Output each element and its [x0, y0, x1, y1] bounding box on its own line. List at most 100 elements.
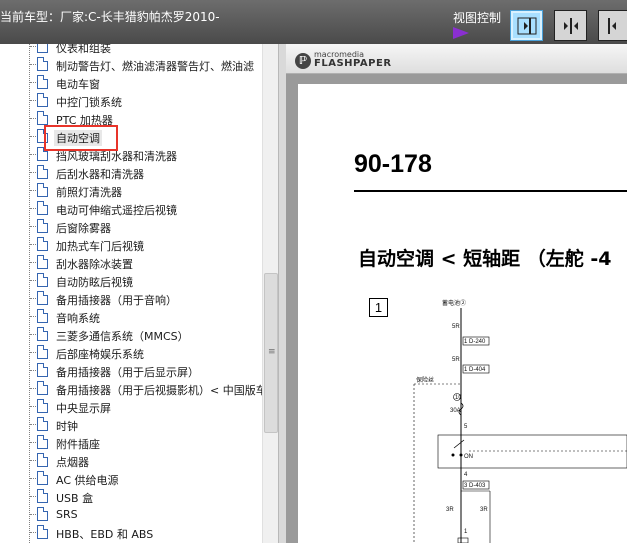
document-icon — [37, 201, 48, 215]
flashpaper-toolbar: ℙ macromedia FLASHPAPER — [286, 44, 627, 74]
document-icon — [37, 309, 48, 323]
tree-item-label: 电动可伸缩式遥控后视镜 — [56, 204, 177, 217]
tree-item[interactable]: 备用插接器（用于后视摄影机）< 中国版车 — [24, 380, 262, 398]
tree-item[interactable]: 音响系统 — [24, 308, 262, 326]
tree-item-label: 中控门锁系统 — [56, 96, 122, 109]
tree-connector — [30, 496, 36, 497]
document-icon — [37, 44, 48, 53]
page-number: 90-178 — [354, 150, 432, 178]
document-icon — [37, 345, 48, 359]
view-split-button[interactable] — [554, 10, 587, 41]
tree-item-label: 备用插接器（用于音响） — [56, 294, 177, 307]
tree-item[interactable]: SRS — [24, 506, 262, 524]
document-icon — [37, 255, 48, 269]
tree-scrollbar[interactable]: ≡ — [262, 44, 278, 543]
tree-item[interactable]: 电动车窗 — [24, 74, 262, 92]
tree-connector — [30, 406, 36, 407]
tree-item[interactable]: 备用插接器（用于音响） — [24, 290, 262, 308]
tree-item-label: 仪表和组装 — [56, 44, 111, 55]
schematic-connector-2: 1 D-404 — [464, 367, 486, 373]
split-right-icon — [608, 17, 616, 34]
tree-item-label: 前照灯清洗器 — [56, 186, 122, 199]
document-tree: 仪表和组装 制动警告灯、燃油滤清器警告灯、燃油滤 电动车窗 中控门锁系统 PTC 加热器… — [0, 44, 262, 543]
flashpaper-viewer: ℙ macromedia FLASHPAPER 90-178 自动空调 < 短轴… — [286, 44, 627, 543]
document-icon — [37, 291, 48, 305]
tree-connector — [30, 172, 36, 173]
flashpaper-logo-icon: ℙ — [295, 53, 311, 69]
top-header: 当前车型：厂家:C-长丰猎豹帕杰罗2010- 视图控制 — [0, 0, 627, 44]
document-icon — [37, 75, 48, 89]
schematic-top-label: 蓄电池② — [442, 299, 466, 307]
split-left-icon — [517, 17, 536, 34]
tree-item[interactable]: 制动警告灯、燃油滤清器警告灯、燃油滤 — [24, 56, 262, 74]
document-icon — [37, 453, 48, 467]
brand-bottom: FLASHPAPER — [314, 58, 392, 69]
document-icon — [37, 111, 48, 125]
tree-item-label: 后窗除雾器 — [56, 222, 111, 235]
page-rule — [354, 190, 627, 192]
document-icon — [37, 165, 48, 179]
view-document-only-button[interactable] — [598, 10, 627, 41]
tree-connector — [30, 190, 36, 191]
tree-item[interactable]: 点烟器 — [24, 452, 262, 470]
section-title: 自动空调 < 短轴距 （左舵 -4 — [358, 248, 612, 270]
tree-scrollbar-thumb[interactable]: ≡ — [264, 273, 278, 433]
tree-item[interactable]: 中央显示屏 — [24, 398, 262, 416]
tree-connector — [30, 334, 36, 335]
document-icon — [37, 273, 48, 287]
view-tree-only-button[interactable] — [510, 10, 543, 41]
tree-item-label: 三菱多通信系统（MMCS） — [56, 330, 189, 343]
tree-item[interactable]: 中控门锁系统 — [24, 92, 262, 110]
tree-item[interactable]: AC 供给电源 — [24, 470, 262, 488]
tree-connector — [30, 64, 36, 65]
diagram-index: 1 — [369, 298, 388, 317]
play-triangle-icon[interactable] — [453, 27, 469, 39]
document-icon — [37, 489, 48, 503]
selection-highlight — [44, 125, 118, 151]
document-page: 90-178 自动空调 < 短轴距 （左舵 -4 1 蓄电池② 5R 1 D-2… — [298, 84, 627, 543]
tree-item-label: 自动防眩后视镜 — [56, 276, 133, 289]
document-icon — [37, 237, 48, 251]
tree-item[interactable]: 三菱多通信系统（MMCS） — [24, 326, 262, 344]
tree-item[interactable]: 电动可伸缩式遥控后视镜 — [24, 200, 262, 218]
tree-item[interactable]: 时钟 — [24, 416, 262, 434]
tree-item-label: 点烟器 — [56, 456, 89, 469]
tree-item[interactable]: HBB、EBD 和 ABS — [24, 524, 262, 542]
tree-item[interactable]: 加热式车门后视镜 — [24, 236, 262, 254]
tree-item[interactable]: 自动防眩后视镜 — [24, 272, 262, 290]
tree-item[interactable]: 前照灯清洗器 — [24, 182, 262, 200]
tree-connector — [30, 280, 36, 281]
tree-item[interactable]: 附件插座 — [24, 434, 262, 452]
tree-item[interactable]: USB 盒 — [24, 488, 262, 506]
tree-connector — [30, 226, 36, 227]
tree-item[interactable]: 后窗除雾器 — [24, 218, 262, 236]
tree-connector — [30, 154, 36, 155]
grip-icon: ≡ — [268, 347, 276, 357]
tree-item[interactable]: 备用插接器（用于后显示屏） — [24, 362, 262, 380]
document-icon — [37, 435, 48, 449]
tree-item-label: AC 供给电源 — [56, 474, 119, 487]
schematic-fuse-box-label: 保险丝 — [416, 376, 434, 384]
tree-item-label: 电动车窗 — [56, 78, 100, 91]
tree-item[interactable]: 后部座椅娱乐系统 — [24, 344, 262, 362]
document-icon — [37, 417, 48, 431]
schematic-pin-1: 1 — [464, 529, 468, 535]
tree-item-label: 后部座椅娱乐系统 — [56, 348, 144, 361]
tree-connector — [30, 352, 36, 353]
schematic-on-label: ON — [464, 454, 473, 460]
tree-connector — [30, 136, 36, 137]
tree-item[interactable]: 刮水器除冰装置 — [24, 254, 262, 272]
tree-connector — [30, 478, 36, 479]
vehicle-model-title: 当前车型：厂家:C-长丰猎豹帕杰罗2010- — [0, 10, 220, 24]
tree-item-label: 备用插接器（用于后显示屏） — [56, 366, 199, 379]
tree-connector — [30, 298, 36, 299]
tree-item[interactable]: 仪表和组装 — [24, 44, 262, 56]
document-icon — [37, 219, 48, 233]
panel-splitter[interactable] — [278, 44, 286, 543]
tree-connector — [30, 388, 36, 389]
document-icon — [37, 93, 48, 107]
tree-item[interactable]: 后刮水器和清洗器 — [24, 164, 262, 182]
tree-connector — [30, 244, 36, 245]
schematic-connector-1: 1 D-240 — [464, 339, 486, 345]
wiring-schematic: 蓄电池② 5R 1 D-240 5R 1 D-404 保险丝 10 30A 5 … — [413, 299, 627, 543]
